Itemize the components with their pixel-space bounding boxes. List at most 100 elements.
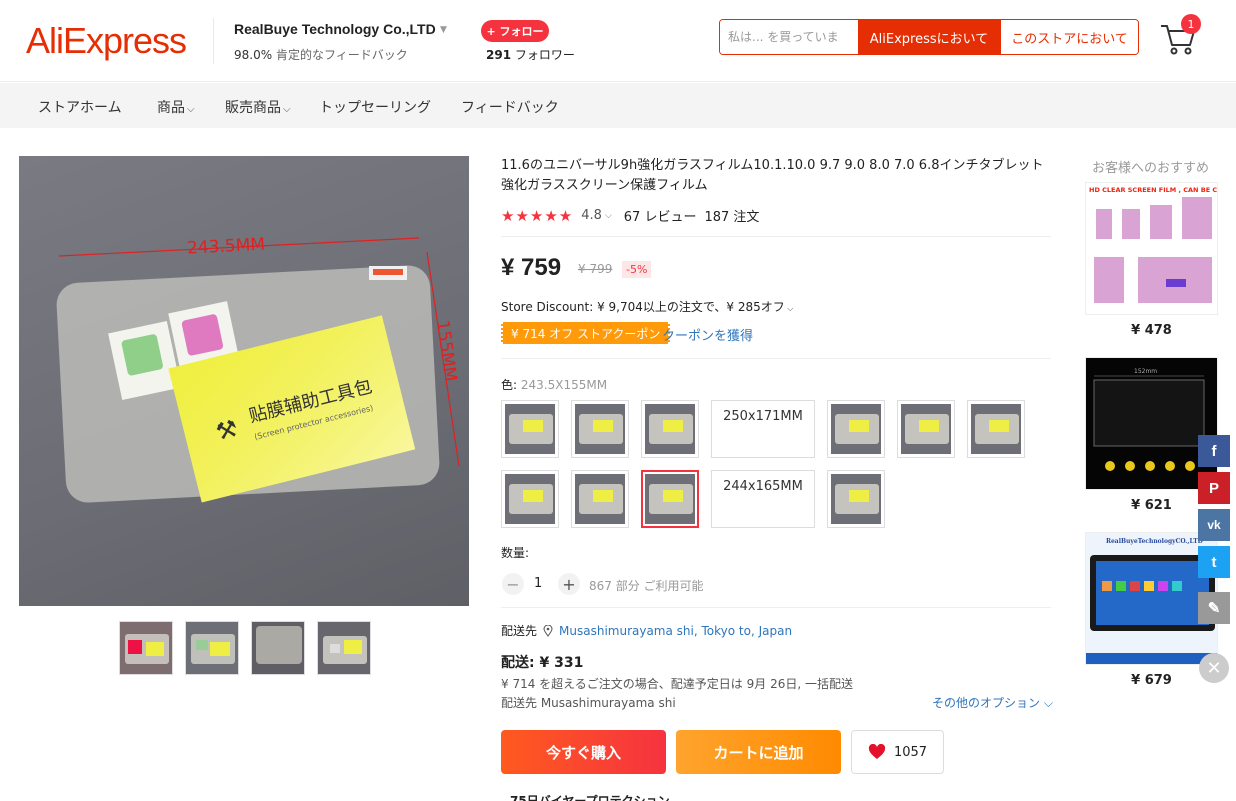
sku-option[interactable] (897, 400, 955, 458)
product-title: 11.6のユニバーサル9h強化ガラスフィルム10.1.10.0 9.7 9.0 … (501, 158, 1044, 193)
sku-option[interactable] (641, 400, 699, 458)
rating-value[interactable]: 4.8 (581, 208, 602, 223)
review-count[interactable]: 67 レビュー (624, 206, 697, 225)
thumbnail-image (120, 622, 172, 674)
quantity-available: 867 部分 ご利用可能 (589, 579, 704, 593)
sku-option[interactable] (827, 400, 885, 458)
nav-top-selling[interactable]: トップセーリング (319, 97, 431, 117)
search-aliexpress-button[interactable]: AliExpressにおいて (858, 20, 1000, 54)
store-name[interactable]: RealBuye Technology Co.,LTD (234, 21, 436, 37)
thumbnail-image (318, 622, 370, 674)
search-input[interactable] (720, 20, 858, 54)
original-price: ¥ 799 (578, 262, 613, 276)
search-store-button[interactable]: このストアにおいて (1000, 20, 1138, 54)
followers-label: フォロワー (514, 48, 575, 62)
order-count: 187 注文 (704, 210, 760, 225)
chevron-down-icon: ⌵ (784, 304, 794, 313)
chevron-down-icon[interactable]: ▼ (440, 25, 447, 35)
ship-to-row: 配送先 Musashimurayama shi, Tokyo to, Japan (501, 622, 792, 639)
quantity-decrease-button[interactable]: − (502, 573, 524, 595)
nav-item-label: フィードバック (461, 100, 559, 116)
recommended-caption: RealBuyeTechnologyCO.,LTD (1106, 538, 1203, 545)
nav-store-home[interactable]: ストアホーム (38, 97, 122, 117)
vk-share-icon[interactable]: vk (1198, 509, 1230, 541)
ship-to-location-link[interactable]: Musashimurayama shi, Tokyo to, Japan (559, 624, 792, 638)
nav-sale-items[interactable]: 販売商品 ⌵ (225, 97, 291, 117)
store-discount[interactable]: Store Discount: ¥ 9,704以上の注文で、¥ 285オフ ⌵ (501, 298, 793, 315)
sku-option-selected[interactable] (641, 470, 699, 528)
sku-image (645, 404, 695, 454)
dimension-width-label: 243.5MM (187, 235, 266, 259)
twitter-share-icon[interactable]: t (1198, 546, 1230, 578)
store-feedback: 98.0% 肯定的なフィードバック (234, 46, 408, 63)
sku-option[interactable] (501, 400, 559, 458)
shipping-note: ¥ 714 を超えるご注文の場合、配達予定日は 9月 26日, 一括配送 (501, 677, 853, 691)
get-coupon-link[interactable]: クーポンを獲得 (662, 325, 753, 344)
recommended-caption: HD CLEAR SCREEN FILM , CAN BE CUT (1089, 186, 1218, 194)
sku-image (505, 404, 555, 454)
wishlist-count: 1057 (893, 744, 928, 760)
sku-option[interactable] (967, 400, 1025, 458)
sku-option[interactable] (827, 470, 885, 528)
recommended-product[interactable]: 152mm (1085, 357, 1218, 490)
shipping-cost: 配送: ¥ 331 (501, 655, 584, 671)
followers: 291 フォロワー (486, 46, 575, 63)
thumbnail-image (186, 622, 238, 674)
follow-button[interactable]: + フォロー (481, 20, 549, 42)
ship-from: 配送先 Musashimurayama shi (501, 696, 676, 710)
color-label-text: 色: (501, 378, 518, 392)
divider (501, 236, 1051, 237)
quantity-label: 数量: (501, 546, 530, 560)
pencil-icon[interactable]: ✎ (1198, 592, 1230, 624)
quantity-increase-button[interactable]: + (558, 573, 580, 595)
feedback-label: 肯定的なフィードバック (275, 48, 408, 62)
thumbnail[interactable] (119, 621, 173, 675)
chevron-down-icon: ⌵ (1043, 696, 1053, 710)
add-to-cart-button[interactable]: カートに追加 (676, 730, 841, 774)
recommended-product-image: HD CLEAR SCREEN FILM , CAN BE CUT (1086, 183, 1218, 314)
quantity-value[interactable]: 1 (534, 576, 542, 591)
nav-products[interactable]: 商品 ⌵ (157, 97, 195, 117)
sku-image (831, 474, 881, 524)
recommended-product-image: 152mm (1086, 358, 1217, 489)
feedback-percent: 98.0% (234, 48, 273, 62)
dimension-height-label: 155MM (432, 319, 460, 383)
nav-feedback[interactable]: フィードバック (461, 97, 559, 117)
thumbnail[interactable] (185, 621, 239, 675)
store-discount-text: Store Discount: ¥ 9,704以上の注文で、¥ 285オフ (501, 300, 785, 314)
sku-image (505, 474, 555, 524)
sku-option-text[interactable]: 244x165MM (711, 470, 815, 528)
nav-item-label: ストアホーム (38, 100, 122, 116)
buyer-protection[interactable]: 75日バイヤープロテクション (510, 792, 670, 801)
image-thumbnails (119, 621, 371, 675)
star-rating-icon: ★★★★★ (501, 206, 574, 225)
product-main-image[interactable]: 243.5MM 155MM 贴膜辅助工具包 (Screen protector … (19, 156, 469, 606)
store-search: AliExpressにおいて このストアにおいて (719, 19, 1139, 55)
sku-option-text[interactable]: 250x171MM (711, 400, 815, 458)
facebook-share-icon[interactable]: f (1198, 435, 1230, 467)
thumbnail[interactable] (317, 621, 371, 675)
other-options-label: その他のオプション (932, 696, 1041, 710)
pinterest-share-icon[interactable]: P (1198, 472, 1230, 504)
store-nav: ストアホーム 商品 ⌵ 販売商品 ⌵ トップセーリング フィードバック (0, 83, 1236, 128)
buy-now-button[interactable]: 今すぐ購入 (501, 730, 666, 774)
thumbnail[interactable] (251, 621, 305, 675)
sku-option[interactable] (571, 470, 629, 528)
close-icon[interactable]: ✕ (1199, 653, 1229, 683)
rating-row: ★★★★★ 4.8 ⌵ 67 レビュー 187 注文 (501, 206, 760, 226)
sku-option[interactable] (571, 400, 629, 458)
recommended-product[interactable]: HD CLEAR SCREEN FILM , CAN BE CUT (1085, 182, 1218, 315)
ship-to-label: 配送先 (501, 624, 538, 638)
followers-count: 291 (486, 48, 512, 62)
other-options-link[interactable]: その他のオプション ⌵ (932, 694, 1053, 711)
sku-option[interactable] (501, 470, 559, 528)
sku-image (971, 404, 1021, 454)
store-coupon-tag: ¥ 714 オフ ストアクーポン (501, 322, 671, 344)
chevron-down-icon[interactable]: ⌵ (605, 211, 612, 221)
chevron-down-icon: ⌵ (283, 104, 291, 115)
aliexpress-logo[interactable]: AliExpress (26, 20, 187, 62)
recommended-price: ¥ 478 (1131, 323, 1172, 338)
product-photo: 243.5MM 155MM 贴膜辅助工具包 (Screen protector … (56, 235, 460, 503)
header-divider (213, 18, 214, 64)
wishlist-button[interactable]: 1057 (851, 730, 944, 774)
